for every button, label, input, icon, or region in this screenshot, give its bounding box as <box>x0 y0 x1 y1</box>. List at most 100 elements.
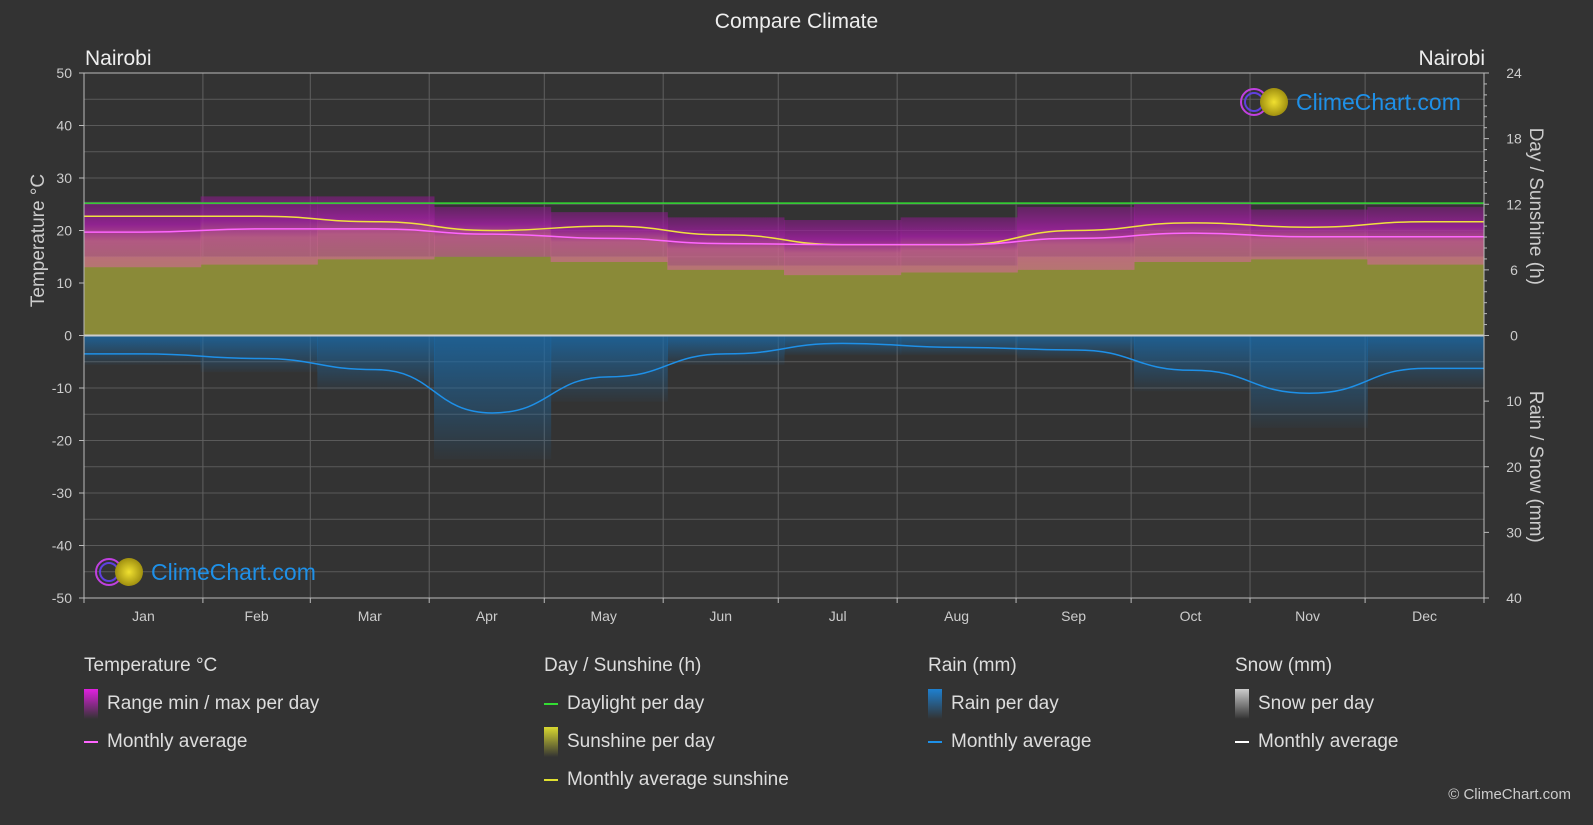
legend-swatch-icon <box>84 741 98 743</box>
sunshine-bar <box>1367 256 1485 336</box>
legend-swatch-icon <box>544 703 558 705</box>
temp-range-bar <box>1134 201 1252 262</box>
legend-item: Daylight per day <box>544 693 789 715</box>
legend-group-title: Day / Sunshine (h) <box>544 655 702 676</box>
right-tick-label: 40 <box>1506 590 1522 606</box>
logo-top-right: ClimeChart.com <box>1238 86 1461 118</box>
temp-range-bar <box>84 201 202 268</box>
temp-range-bar <box>200 196 318 265</box>
sunshine-bar <box>667 265 785 336</box>
legend-item: Monthly average <box>928 731 1091 753</box>
right-top-axis-title: Day / Sunshine (h) <box>1525 128 1546 285</box>
legend-label: Monthly average sunshine <box>567 769 789 790</box>
legend-swatch-icon <box>544 727 558 757</box>
x-tick-label: Mar <box>358 608 382 624</box>
legend-group: Snow (mm) Snow per day Monthly average <box>1235 655 1398 769</box>
legend-swatch-icon <box>544 779 558 781</box>
legend-group: Rain (mm) Rain per day Monthly average <box>928 655 1091 769</box>
logo-bottom-left: ClimeChart.com <box>93 556 316 588</box>
right-tick-label: 6 <box>1510 262 1518 278</box>
left-tick-label: -10 <box>52 380 72 396</box>
x-tick-label: Sep <box>1061 608 1086 624</box>
legend-swatch-icon <box>928 689 942 719</box>
left-tick-label: 20 <box>56 223 72 239</box>
climechart-logo-icon <box>1240 88 1288 116</box>
left-tick-label: 40 <box>56 118 72 134</box>
left-tick-label: -40 <box>52 538 72 554</box>
temp-range-bar <box>434 206 552 257</box>
sunshine-bar <box>784 265 902 336</box>
legend-group-title: Rain (mm) <box>928 655 1017 676</box>
temp-range-bar <box>784 220 902 276</box>
right-bottom-axis-title: Rain / Snow (mm) <box>1525 391 1546 543</box>
rain-bar <box>1250 335 1368 428</box>
x-tick-label: Nov <box>1295 608 1320 624</box>
legend-group-title: Temperature °C <box>84 655 218 676</box>
temp-range-bar <box>1250 209 1368 260</box>
right-tick-label: 20 <box>1506 459 1522 475</box>
legend-item: Monthly average <box>84 731 319 753</box>
legend-item: Range min / max per day <box>84 689 320 719</box>
legend-label: Daylight per day <box>567 693 705 714</box>
rain-bar <box>900 335 1018 356</box>
rain-bar <box>550 335 668 402</box>
rain-bar <box>317 335 435 391</box>
legend-item: Monthly average sunshine <box>544 769 789 791</box>
left-tick-label: 30 <box>56 170 72 186</box>
left-axis-title: Temperature °C <box>28 174 49 307</box>
sunshine-bar <box>550 256 668 336</box>
legend-item: Sunshine per day <box>544 727 789 757</box>
left-tick-label: 50 <box>56 65 72 81</box>
temp-range-bar <box>1367 206 1485 265</box>
right-tick-label: 0 <box>1510 328 1518 344</box>
left-tick-label: 10 <box>56 275 72 291</box>
legend-swatch-icon <box>1235 741 1249 743</box>
legend-group: Day / Sunshine (h) Daylight per day Sunshi… <box>544 655 789 807</box>
right-tick-label: 10 <box>1506 393 1522 409</box>
copyright: © ClimeChart.com <box>1448 786 1571 803</box>
left-tick-label: -30 <box>52 485 72 501</box>
legend-swatch-icon <box>1235 689 1249 719</box>
rain-bar <box>1367 335 1485 388</box>
left-tick-label: -20 <box>52 433 72 449</box>
temp-range-bar <box>317 196 435 260</box>
legend-label: Monthly average <box>107 731 248 752</box>
x-tick-label: Jun <box>709 608 732 624</box>
legend-label: Snow per day <box>1258 693 1375 714</box>
legend-group: Temperature °C Range min / max per day Mon… <box>84 655 319 769</box>
legend-item: Snow per day <box>1235 689 1398 719</box>
sunshine-bar <box>317 256 435 336</box>
logo-text: ClimeChart.com <box>151 558 316 585</box>
right-tick-label: 24 <box>1506 65 1522 81</box>
climechart-logo-icon <box>95 558 143 586</box>
legend-swatch-icon <box>84 689 98 719</box>
x-tick-label: Oct <box>1180 608 1202 624</box>
sunshine-bar <box>1134 256 1252 336</box>
legend-item: Rain per day <box>928 689 1091 719</box>
rain-bar <box>84 335 202 365</box>
sunshine-bar <box>434 256 552 336</box>
sunshine-bar <box>200 256 318 336</box>
legend-swatch-icon <box>928 741 942 743</box>
x-tick-label: Jul <box>829 608 847 624</box>
x-tick-label: Apr <box>476 608 498 624</box>
rain-bar <box>434 335 552 460</box>
rain-bar <box>200 335 318 373</box>
legend-item: Monthly average <box>1235 731 1398 753</box>
sunshine-bar <box>900 265 1018 336</box>
x-tick-label: Jan <box>132 608 155 624</box>
legend-label: Monthly average <box>1258 731 1399 752</box>
legend-label: Range min / max per day <box>107 693 320 714</box>
legend-label: Sunshine per day <box>567 731 715 752</box>
logo-text: ClimeChart.com <box>1296 88 1461 115</box>
left-tick-label: 0 <box>64 328 72 344</box>
sunshine-bar <box>84 256 202 336</box>
legend-group-title: Snow (mm) <box>1235 655 1333 676</box>
rain-bar <box>667 335 785 365</box>
chart-marks <box>83 196 1485 460</box>
right-tick-label: 18 <box>1506 131 1522 147</box>
right-tick-label: 30 <box>1506 524 1522 540</box>
x-tick-label: Dec <box>1412 608 1437 624</box>
x-tick-label: May <box>590 608 616 624</box>
rain-bar <box>1134 335 1252 392</box>
